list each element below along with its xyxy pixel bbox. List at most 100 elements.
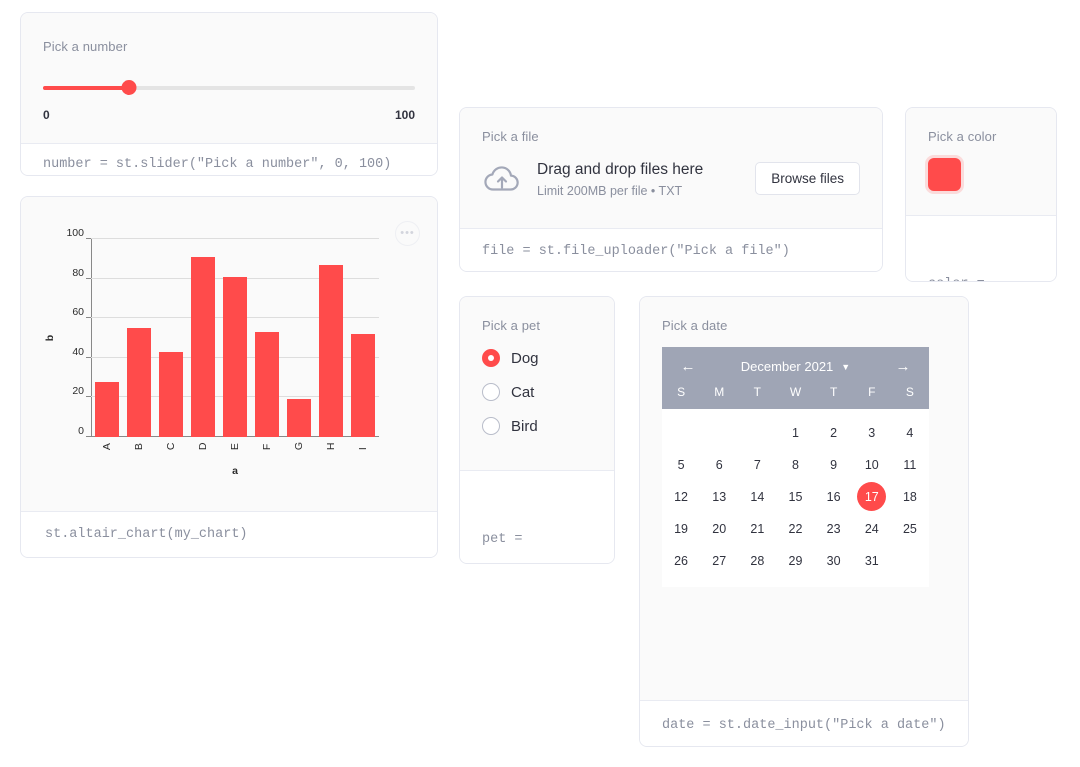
calendar-day-number: 13: [712, 489, 727, 504]
calendar-day[interactable]: 27: [700, 546, 738, 575]
slider-max-label: 100: [394, 108, 415, 122]
bar[interactable]: [190, 256, 216, 437]
bar-column: [155, 239, 187, 437]
y-tick-label: 40: [72, 345, 84, 358]
calendar-day[interactable]: 14: [738, 482, 776, 511]
bar-column: [91, 239, 123, 437]
x-tick: G: [283, 437, 315, 450]
calendar-day[interactable]: 10: [853, 450, 891, 479]
calendar-day[interactable]: 1: [776, 418, 814, 447]
calendar-day[interactable]: 2: [815, 418, 853, 447]
calendar-day[interactable]: 9: [815, 450, 853, 479]
slider-input[interactable]: [43, 79, 415, 97]
radio-card-body: Pick a pet Dog Cat Bird: [460, 297, 614, 470]
file-dropzone[interactable]: Drag and drop files here Limit 200MB per…: [482, 159, 860, 198]
calendar-day[interactable]: 13: [700, 482, 738, 511]
x-tick-label: H: [325, 442, 337, 451]
radio-option-cat[interactable]: Cat: [482, 383, 592, 401]
x-tick-labels: A B C D E F G H I: [91, 437, 379, 450]
arrow-left-icon[interactable]: ←: [678, 359, 698, 374]
calendar-day[interactable]: 6: [700, 450, 738, 479]
y-tick-label: 60: [72, 306, 84, 319]
calendar-day[interactable]: 7: [738, 450, 776, 479]
chart-widget-card: ••• 0 20 40 60 80 100 A B C D E F G H I a b st.altair…: [20, 196, 438, 558]
calendar-day-grid: 1 2 3 4 5 6 7 8 9 10 11 12 13 14 15 16 17 18 19 20 21 22 23 24 2…: [662, 409, 929, 587]
color-picker-label: Pick a color: [928, 129, 997, 144]
x-tick-label: G: [293, 442, 305, 451]
calendar-day[interactable]: 23: [815, 514, 853, 543]
calendar-empty-cell: [738, 418, 776, 447]
radio-selected-icon[interactable]: [482, 349, 500, 367]
bar[interactable]: [254, 332, 280, 437]
calendar-day-number: 20: [712, 521, 727, 536]
calendar-day[interactable]: 30: [815, 546, 853, 575]
radio-group-label: Pick a pet: [482, 318, 541, 333]
calendar-day[interactable]: 5: [662, 450, 700, 479]
calendar-day[interactable]: 4: [891, 418, 929, 447]
bar[interactable]: [222, 276, 248, 437]
calendar-weekday: F: [868, 385, 876, 399]
calendar-weekday: M: [714, 385, 725, 399]
slider-range-labels: 0 100: [43, 108, 415, 122]
slider-thumb[interactable]: [121, 80, 137, 95]
bar[interactable]: [350, 334, 376, 437]
calendar-day[interactable]: 25: [891, 514, 929, 543]
bar[interactable]: [318, 264, 344, 437]
calendar-day[interactable]: 31: [853, 546, 891, 575]
bar-column: [315, 239, 347, 437]
calendar-month-selector[interactable]: December 2021 ▼: [741, 359, 850, 374]
slider-label: Pick a number: [43, 39, 128, 54]
calendar-day-number: 11: [903, 457, 917, 472]
radio-code-line-1: pet =: [482, 532, 523, 547]
calendar-day[interactable]: 11: [891, 450, 929, 479]
chevron-down-icon[interactable]: ▼: [841, 362, 850, 372]
calendar-day[interactable]: 8: [776, 450, 814, 479]
radio-option-bird[interactable]: Bird: [482, 417, 592, 435]
calendar-day-number: 25: [902, 521, 917, 536]
bar[interactable]: [94, 381, 120, 437]
calendar-day-number: 14: [750, 489, 765, 504]
calendar-weekday-row: SMTWTFS: [662, 385, 929, 399]
bar-column: [187, 239, 219, 437]
bar[interactable]: [286, 399, 312, 437]
arrow-right-icon[interactable]: →: [893, 359, 913, 374]
calendar-day-number: 29: [788, 553, 803, 568]
calendar-day[interactable]: 21: [738, 514, 776, 543]
calendar-day[interactable]: 15: [776, 482, 814, 511]
calendar-day-number: 28: [750, 553, 765, 568]
calendar-day[interactable]: 3: [853, 418, 891, 447]
x-tick-label: A: [101, 443, 113, 451]
calendar-day[interactable]: 29: [776, 546, 814, 575]
file-code-snippet: file = st.file_uploader("Pick a file"): [460, 228, 882, 271]
x-tick: C: [155, 437, 187, 451]
bar[interactable]: [158, 351, 184, 437]
calendar-day[interactable]: 28: [738, 546, 776, 575]
calendar-weekday: S: [905, 385, 914, 399]
x-tick: B: [123, 437, 155, 450]
calendar-day-number: 27: [712, 553, 727, 568]
calendar-day[interactable]: 22: [776, 514, 814, 543]
radio-unselected-icon[interactable]: [482, 417, 500, 435]
slider-code-snippet: number = st.slider("Pick a number", 0, 1…: [21, 143, 437, 175]
radio-option-label: Bird: [511, 417, 538, 435]
ellipsis-icon[interactable]: •••: [395, 221, 420, 246]
calendar-day[interactable]: 12: [662, 482, 700, 511]
calendar-day[interactable]: 26: [662, 546, 700, 575]
calendar-day[interactable]: 19: [662, 514, 700, 543]
browse-files-button[interactable]: Browse files: [755, 162, 860, 195]
calendar-day[interactable]: 20: [700, 514, 738, 543]
calendar-day-number: 23: [826, 521, 841, 536]
calendar-day-number: 15: [788, 489, 803, 504]
calendar-day[interactable]: 18: [891, 482, 929, 511]
calendar-day[interactable]: 24: [853, 514, 891, 543]
calendar-day-selected[interactable]: 17: [853, 482, 891, 511]
bar[interactable]: [126, 328, 152, 437]
radio-option-label: Cat: [511, 383, 535, 401]
radio-unselected-icon[interactable]: [482, 383, 500, 401]
calendar-day[interactable]: 16: [815, 482, 853, 511]
chart-code-snippet: st.altair_chart(my_chart): [21, 511, 437, 557]
date-input-widget-card: Pick a date ← December 2021 ▼ → SMTWTFS …: [639, 296, 969, 747]
radio-option-dog[interactable]: Dog: [482, 349, 592, 367]
color-swatch[interactable]: [928, 158, 961, 191]
y-tick-label: 100: [66, 227, 84, 239]
